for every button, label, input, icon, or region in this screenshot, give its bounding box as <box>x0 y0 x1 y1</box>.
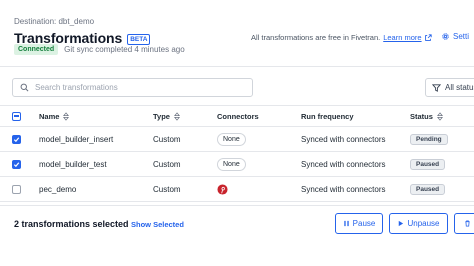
name-header[interactable]: Name <box>39 106 70 126</box>
row-name[interactable]: pec_demo <box>39 177 76 201</box>
sort-icon <box>173 111 180 121</box>
status-header-label: Status <box>410 111 433 121</box>
type-header-label: Type <box>153 111 170 121</box>
table-row[interactable]: model_builder_test Custom None Synced wi… <box>0 152 474 177</box>
external-link-icon <box>424 33 432 41</box>
row-checkbox[interactable] <box>12 184 21 194</box>
table-header-row: Name Type Connectors Run frequency Statu… <box>0 105 474 127</box>
run-frequency-header: Run frequency <box>301 111 354 121</box>
more-actions-button[interactable] <box>454 213 474 234</box>
row-connectors: None <box>217 152 246 176</box>
transformations-table: Name Type Connectors Run frequency Statu… <box>0 105 474 202</box>
unpause-button[interactable]: Unpause <box>389 213 448 234</box>
row-type: Custom <box>153 159 181 169</box>
status-row: Connected Git sync completed 4 minutes a… <box>14 44 185 55</box>
table-row[interactable]: pec_demo Custom Synced with connectors P… <box>0 177 474 202</box>
pinterest-icon <box>217 183 228 195</box>
check-icon <box>13 161 20 167</box>
status-header[interactable]: Status <box>410 106 443 126</box>
settings-label: Setti <box>453 32 470 41</box>
learn-more-link[interactable]: Learn more <box>383 33 421 42</box>
connected-badge: Connected <box>14 44 59 55</box>
filter-icon <box>432 84 441 92</box>
row-connectors: None <box>217 127 246 151</box>
row-run-frequency: Synced with connectors <box>301 159 386 169</box>
check-icon <box>13 136 20 142</box>
show-selected-link[interactable]: Show Selected <box>131 220 184 229</box>
pause-label: Pause <box>352 219 376 228</box>
status-badge: Paused <box>410 183 446 195</box>
connectors-none-pill: None <box>217 157 246 171</box>
search-icon <box>20 83 29 92</box>
pause-button[interactable]: Pause <box>335 213 383 234</box>
row-check-cell <box>12 152 21 176</box>
search-input[interactable] <box>35 83 235 92</box>
row-run-frequency: Synced with connectors <box>301 134 386 144</box>
free-notice: All transformations are free in Fivetran… <box>251 33 432 42</box>
header-divider <box>0 66 474 67</box>
row-status: Pending <box>410 127 448 151</box>
type-header[interactable]: Type <box>153 106 180 126</box>
name-header-label: Name <box>39 111 60 121</box>
selected-count: 2 transformations selected <box>14 219 129 229</box>
status-filter[interactable]: All status <box>425 78 474 97</box>
row-status: Paused <box>410 177 446 201</box>
table-row[interactable]: model_builder_insert Custom None Synced … <box>0 127 474 152</box>
connectors-none-pill: None <box>217 132 246 146</box>
row-run-frequency: Synced with connectors <box>301 184 386 194</box>
row-status: Paused <box>410 152 446 176</box>
unpause-label: Unpause <box>407 219 440 228</box>
sync-status: Git sync completed 4 minutes ago <box>64 45 185 54</box>
row-connectors <box>217 177 228 201</box>
row-name[interactable]: model_builder_test <box>39 152 107 176</box>
sort-icon <box>436 111 443 121</box>
settings-button[interactable]: Setti <box>441 32 469 41</box>
beta-badge: BETA <box>127 33 151 45</box>
select-all-cell <box>12 106 21 126</box>
row-checkbox[interactable] <box>12 134 21 144</box>
trash-icon <box>464 220 470 227</box>
connectors-header: Connectors <box>217 111 259 121</box>
footer-divider <box>0 205 474 206</box>
row-check-cell <box>12 177 21 201</box>
row-type: Custom <box>153 134 181 144</box>
sort-icon <box>63 111 70 121</box>
pause-icon <box>343 220 349 227</box>
gear-icon <box>442 33 449 40</box>
select-all-checkbox[interactable] <box>12 111 21 121</box>
row-check-cell <box>12 127 21 151</box>
status-filter-label: All status <box>445 83 474 92</box>
row-name[interactable]: model_builder_insert <box>39 127 113 151</box>
play-icon <box>399 220 404 227</box>
row-type: Custom <box>153 184 181 194</box>
search-box[interactable] <box>12 78 253 97</box>
row-checkbox[interactable] <box>12 159 21 169</box>
free-notice-text: All transformations are free in Fivetran… <box>251 33 381 42</box>
status-badge: Pending <box>410 133 448 145</box>
destination-label: Destination: dbt_demo <box>14 17 95 26</box>
status-badge: Paused <box>410 158 446 170</box>
